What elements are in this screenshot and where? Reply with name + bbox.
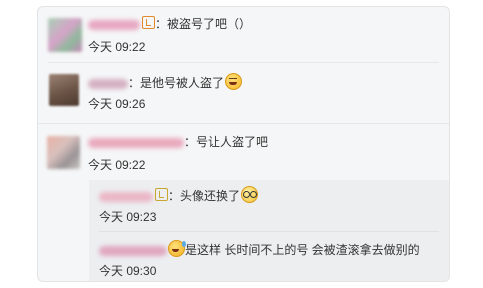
reply-time: 今天 09:30 <box>99 264 157 278</box>
sweat-emoji-icon <box>168 240 186 257</box>
avatar[interactable] <box>48 18 82 52</box>
reply-time: 今天 09:23 <box>99 210 157 224</box>
reply-item: ：头像还换了 今天 09:23 <box>89 180 449 230</box>
username[interactable] <box>88 137 184 148</box>
comment-line: ：号让人盗了吧 <box>88 134 268 150</box>
avatar[interactable] <box>49 74 79 106</box>
username[interactable] <box>88 78 128 89</box>
reply-item: 是这样 长时间不上的号 会被渣滚拿去做别的 今天 09:30 <box>89 232 449 281</box>
comment-item: ：是他号被人盗了 今天 09:26 <box>38 63 449 123</box>
username[interactable] <box>88 19 140 30</box>
reply-list: ：头像还换了 今天 09:23 是这样 长时间不上的号 会被渣滚拿去做别的 今天… <box>89 180 449 281</box>
reply-text: 是这样 长时间不上的号 会被渣滚拿去做别的 <box>185 243 420 257</box>
comment-line: ：被盗号了吧（） <box>88 16 251 32</box>
avatar[interactable] <box>47 136 80 169</box>
username[interactable] <box>99 245 167 256</box>
member-badge-icon <box>155 188 168 201</box>
comment-text: ：被盗号了吧（） <box>155 17 252 31</box>
comment-item: ：号让人盗了吧 今天 09:22 <box>38 124 449 180</box>
comment-time: 今天 09:26 <box>88 97 146 111</box>
comment-item: ：被盗号了吧（） 今天 09:22 <box>38 7 449 62</box>
comment-text: ：号让人盗了吧 <box>184 135 269 149</box>
reply-text: ：头像还换了 <box>168 189 241 203</box>
laugh-emoji-icon <box>225 73 243 90</box>
comment-time: 今天 09:22 <box>88 158 146 172</box>
member-badge-icon <box>142 16 155 29</box>
comment-time: 今天 09:22 <box>88 40 146 54</box>
username[interactable] <box>99 191 153 202</box>
glasses-emoji-icon <box>241 186 259 203</box>
comment-line: ：是他号被人盗了 <box>88 73 243 91</box>
comment-text: ：是他号被人盗了 <box>128 76 225 90</box>
reply-line: 是这样 长时间不上的号 会被渣滚拿去做别的 <box>99 240 420 258</box>
comment-panel: ：被盗号了吧（） 今天 09:22 ：是他号被人盗了 今天 09:26 ：号让人… <box>37 6 450 282</box>
reply-line: ：头像还换了 <box>99 186 259 204</box>
